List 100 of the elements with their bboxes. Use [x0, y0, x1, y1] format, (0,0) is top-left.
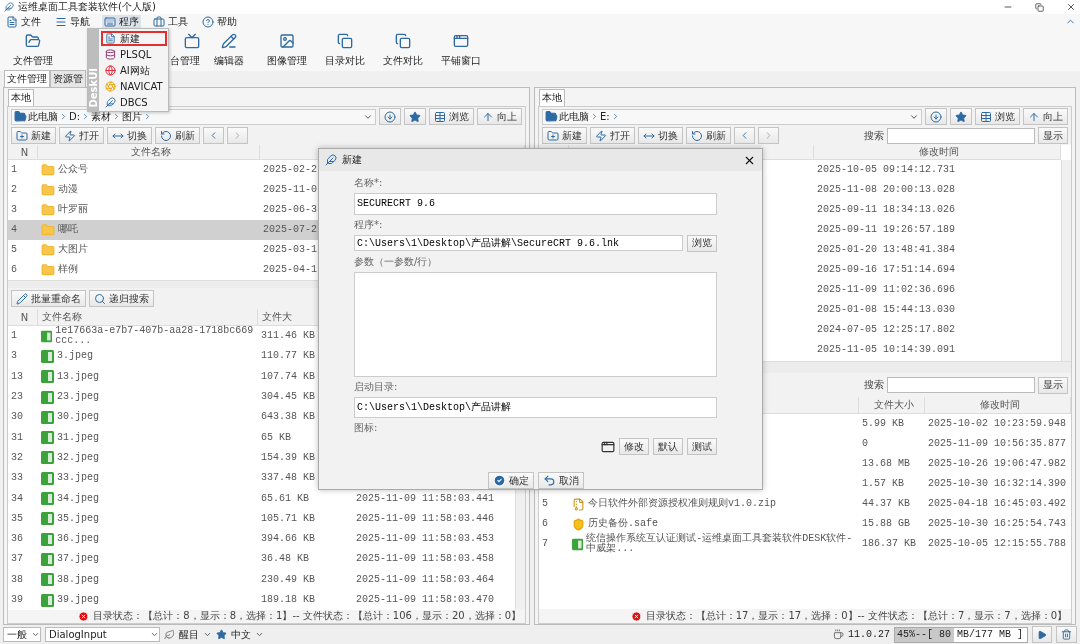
copy-icon[interactable]: [395, 32, 411, 49]
table-cell: 2025-11-0: [263, 185, 317, 195]
up-button[interactable]: 向上: [1023, 108, 1068, 125]
show-button[interactable]: 显示: [1038, 127, 1068, 144]
star-icon: [955, 110, 967, 123]
toolbar-label[interactable]: 文件管理: [13, 53, 53, 68]
confirm-button[interactable]: 确定: [487, 472, 534, 489]
toolbar-label[interactable]: 台管理: [170, 53, 200, 68]
chevron-right-icon: [59, 112, 68, 121]
lightning-icon: [595, 129, 607, 142]
search-button[interactable]: 递归搜索: [89, 290, 154, 307]
favorite-button[interactable]: [950, 108, 972, 125]
pencil-icon[interactable]: [221, 32, 237, 49]
search-field[interactable]: [887, 127, 1035, 144]
font-dropdown[interactable]: DialogInput: [45, 627, 160, 642]
browse-button[interactable]: 浏览: [429, 108, 474, 125]
download-button[interactable]: [379, 108, 401, 125]
toolbar-label[interactable]: 平铺窗口: [441, 53, 481, 68]
windows-icon[interactable]: [453, 32, 469, 49]
menu-entry[interactable]: DBCS: [101, 95, 167, 110]
effect-label[interactable]: 醒目: [179, 627, 199, 642]
input-field[interactable]: C:\Users\1\Desktop\产品讲解\SecureCRT 9.6.lnk: [354, 235, 683, 251]
path-field[interactable]: 此电脑 D: 素材 图片: [11, 108, 376, 125]
toolbar-button[interactable]: 切换: [638, 127, 683, 144]
menu-entry[interactable]: NAVICAT: [101, 79, 167, 94]
browse-button[interactable]: 浏览: [687, 234, 717, 252]
toolbar-button[interactable]: 新建: [11, 127, 56, 144]
path-segment[interactable]: 此电脑: [559, 109, 589, 124]
tab[interactable]: 本地: [8, 89, 34, 106]
column-header[interactable]: 文件大小: [859, 397, 925, 413]
tab[interactable]: 文件管理: [4, 70, 50, 87]
play-button[interactable]: [1032, 626, 1052, 643]
menu-entry[interactable]: PLSQL: [101, 47, 167, 62]
toolbar-label[interactable]: 目录对比: [325, 53, 365, 68]
toolbar-button[interactable]: 新建: [542, 127, 587, 144]
dropdown-icon: [255, 630, 264, 639]
toolbar-button[interactable]: 打开: [590, 127, 635, 144]
menu-item[interactable]: 程序: [102, 14, 141, 29]
trash-button[interactable]: [1056, 626, 1077, 643]
toolbar-label[interactable]: 文件对比: [383, 53, 423, 68]
tab[interactable]: 本地: [539, 89, 565, 106]
up-button[interactable]: 向上: [477, 108, 522, 125]
column-header[interactable]: 修改时间: [925, 397, 1071, 413]
column-header[interactable]: 文件名称: [38, 309, 258, 325]
menu-item[interactable]: 导航: [53, 14, 92, 29]
column-header[interactable]: N: [8, 309, 38, 325]
show-button[interactable]: 显示: [1038, 376, 1068, 394]
table-cell: 13.jpeg: [57, 371, 99, 382]
tab[interactable]: 资源管: [50, 70, 86, 87]
toolbar-label[interactable]: 图像管理: [267, 53, 307, 68]
table-cell: 110.77 KB: [261, 351, 315, 362]
path-segment[interactable]: E:: [600, 111, 610, 122]
input-field[interactable]: SECURECRT 9.6: [354, 193, 717, 215]
toolbar-label[interactable]: 编辑器: [214, 53, 244, 68]
download-button[interactable]: [925, 108, 947, 125]
file-icon: [41, 593, 54, 607]
dropdown-icon: [150, 630, 159, 639]
copy-icon[interactable]: [337, 32, 353, 49]
monitor-icon[interactable]: [184, 32, 200, 49]
table-cell: 36.48 KB: [261, 554, 309, 565]
path-segment[interactable]: 素材: [91, 109, 112, 124]
browse-button[interactable]: 浏览: [975, 108, 1020, 125]
path-field[interactable]: 此电脑 E:: [542, 108, 922, 125]
toolbar-button[interactable]: 打开: [59, 127, 104, 144]
database-icon: [105, 49, 116, 60]
column-header[interactable]: 文件名称: [38, 145, 260, 159]
table-cell: 36.jpeg: [57, 534, 99, 545]
path-segment[interactable]: 图片: [122, 109, 143, 124]
toolbar-button[interactable]: 切换: [107, 127, 152, 144]
search-label: 搜索: [864, 378, 884, 392]
language-label[interactable]: 中文: [231, 627, 251, 642]
column-header[interactable]: N: [8, 145, 38, 159]
favorite-button[interactable]: [404, 108, 426, 125]
path-segment[interactable]: D:: [69, 111, 81, 122]
table-cell: 2025-11-09 11:02:36.696: [817, 285, 956, 295]
menu-entry[interactable]: AI网站: [101, 63, 167, 78]
toolbar-button[interactable]: 刷新: [686, 127, 731, 144]
folder-icon[interactable]: [25, 32, 41, 49]
icon-button[interactable]: 默认: [653, 438, 683, 455]
cancel-button[interactable]: 取消: [537, 472, 584, 489]
menu-item[interactable]: 工具: [151, 14, 190, 29]
menu-item[interactable]: 文件: [4, 14, 43, 29]
row-number: 38: [11, 574, 23, 585]
input-field[interactable]: C:\Users\1\Desktop\产品讲解: [354, 396, 717, 418]
menu-item[interactable]: 帮助: [200, 14, 239, 29]
icon-button[interactable]: 修改: [619, 438, 649, 455]
menu-entry[interactable]: 新建: [101, 31, 167, 46]
style-dropdown[interactable]: 一般: [3, 627, 41, 642]
table-cell: 公众号: [58, 165, 88, 175]
scrollbar[interactable]: [1061, 160, 1071, 361]
path-segment[interactable]: 此电脑: [28, 109, 58, 124]
row-number: 30: [11, 412, 23, 423]
rename-button[interactable]: 批量重命名: [11, 290, 86, 307]
search-field[interactable]: [887, 377, 1035, 393]
image-icon[interactable]: [279, 32, 295, 49]
restore-icon: [1035, 2, 1044, 12]
toolbar-button[interactable]: 刷新: [155, 127, 200, 144]
icon-button[interactable]: 测试: [687, 438, 717, 455]
row-number: 5: [11, 245, 17, 255]
row-number: 13: [11, 371, 23, 382]
